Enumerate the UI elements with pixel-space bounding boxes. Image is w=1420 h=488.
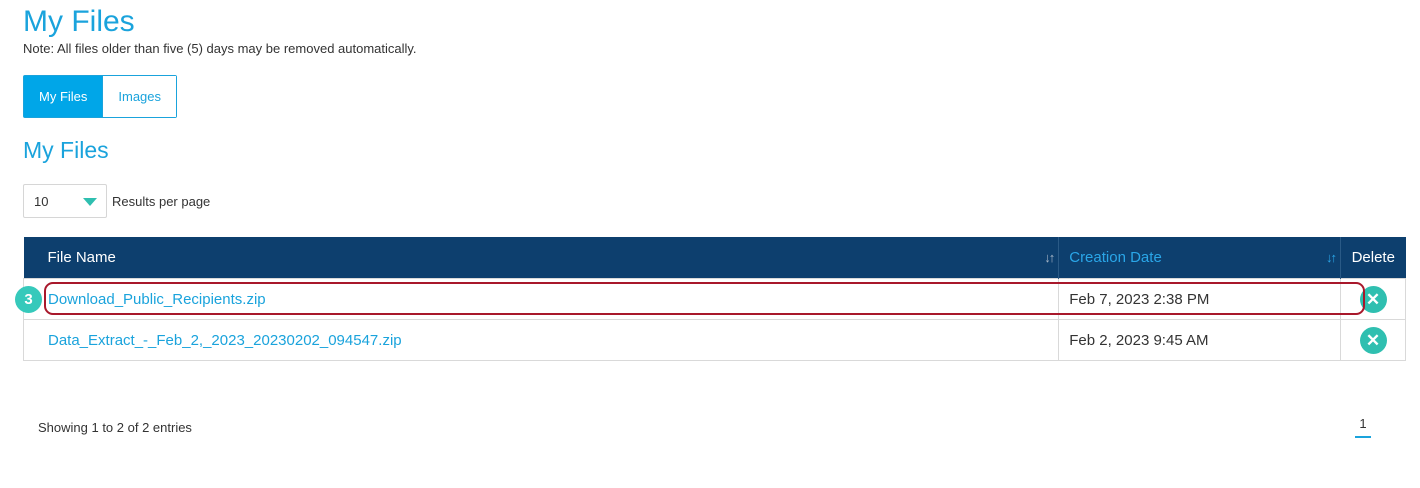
sort-icon: ↓↑ (1044, 250, 1055, 265)
file-link[interactable]: Download_Public_Recipients.zip (22, 278, 1060, 320)
files-table: File Name ↓↑ Creation Date ↓↑ Delete Dow… (22, 237, 1406, 361)
delete-icon[interactable]: ✕ (1359, 285, 1387, 313)
sort-icon: ↓↑ (1326, 250, 1337, 265)
table-row: Download_Public_Recipients.zip Feb 7, 20… (22, 278, 1406, 320)
table-row: Data_Extract_-_Feb_2,_2023_20230202_0945… (22, 319, 1406, 361)
file-link[interactable]: Data_Extract_-_Feb_2,_2023_20230202_0945… (22, 319, 1060, 361)
table-header-row: File Name ↓↑ Creation Date ↓↑ Delete (23, 237, 1406, 279)
results-per-page-value: 10 (34, 193, 49, 209)
chevron-down-icon (83, 198, 97, 206)
entries-info: Showing 1 to 2 of 2 entries (38, 420, 192, 435)
pagination-page-1[interactable]: 1 (1355, 416, 1371, 438)
results-per-page-select[interactable]: 10 (23, 184, 107, 218)
file-tabs: My Files Images (23, 75, 178, 118)
column-header-file-name[interactable]: File Name ↓↑ (23, 237, 1060, 279)
tab-images[interactable]: Images (102, 76, 177, 117)
page-title: My Files (23, 5, 135, 38)
tab-my-files[interactable]: My Files (24, 76, 103, 117)
step-badge: 3 (15, 286, 42, 313)
section-title: My Files (23, 137, 109, 163)
creation-date-cell: Feb 7, 2023 2:38 PM (1058, 278, 1342, 320)
results-per-page-label: Results per page (112, 194, 211, 209)
delete-cell: ✕ (1340, 278, 1406, 320)
creation-date-cell: Feb 2, 2023 9:45 AM (1058, 319, 1342, 361)
retention-note: Note: All files older than five (5) days… (23, 41, 417, 56)
delete-cell: ✕ (1340, 319, 1406, 361)
column-header-creation-date[interactable]: Creation Date ↓↑ (1058, 237, 1342, 279)
delete-icon[interactable]: ✕ (1359, 326, 1387, 354)
column-header-delete: Delete (1340, 237, 1406, 279)
